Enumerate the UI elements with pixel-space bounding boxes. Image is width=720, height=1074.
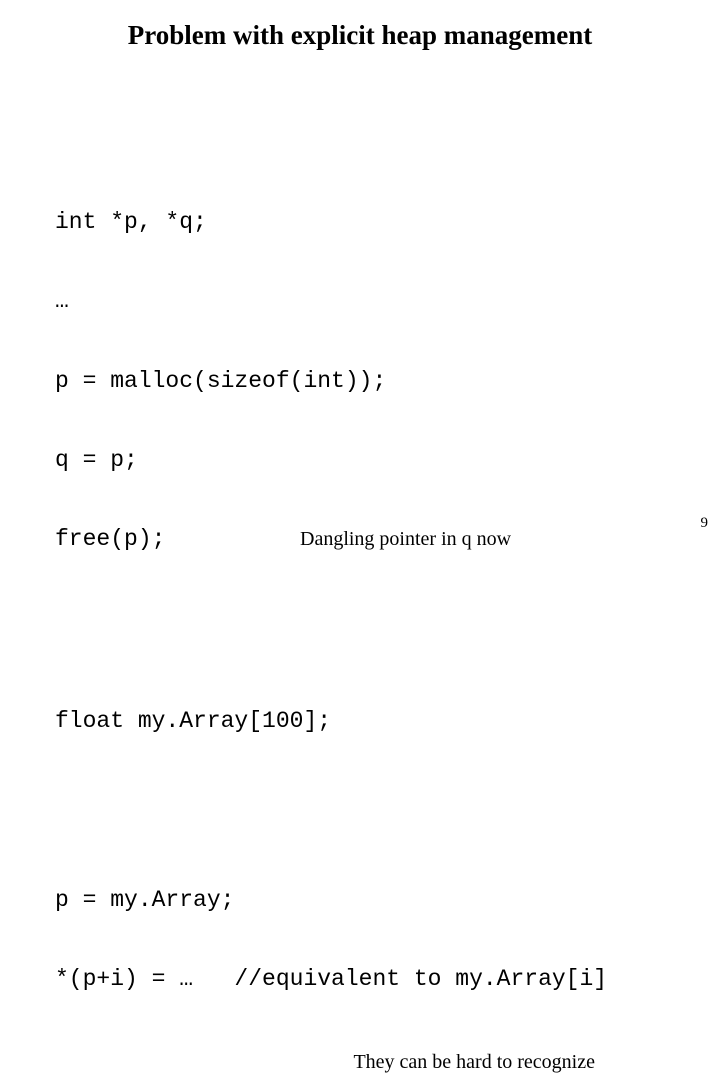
code-line: q = p; [55,447,665,473]
code-line: p = malloc(sizeof(int)); [55,368,665,394]
code-line: p = my.Array; [55,887,665,913]
code-line: float my.Array[100]; [55,708,665,734]
slide-title: Problem with explicit heap management [55,20,665,51]
annotation-hard-to-recognize: They can be hard to recognize [55,1051,665,1074]
page-number: 9 [701,515,709,532]
code-line: … [55,288,665,314]
code-block-2: float my.Array[100]; [55,655,665,787]
code-line-with-annotation: free(p); Dangling pointer in q now [55,526,665,552]
code-line: free(p); [55,526,300,552]
code-line: *(p+i) = … //equivalent to my.Array[i] [55,966,665,992]
code-block-3: p = my.Array; *(p+i) = … //equivalent to… [55,834,665,1046]
code-block-1: int *p, *q; … p = malloc(sizeof(int)); q… [55,156,665,605]
code-line: int *p, *q; [55,209,665,235]
